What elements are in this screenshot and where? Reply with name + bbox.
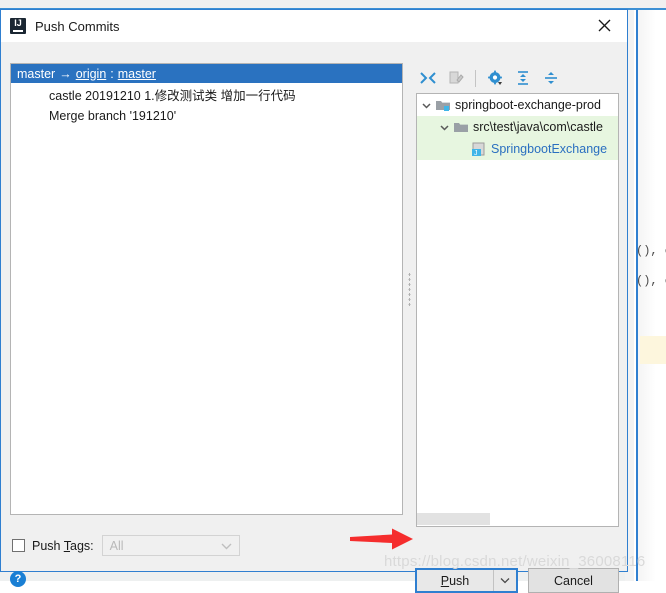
push-commits-dialog: Push Commits master → origin : master ca… <box>0 9 628 593</box>
push-tags-label-prefix: Push <box>32 538 64 553</box>
push-tags-select[interactable]: All <box>101 535 240 556</box>
push-tags-checkbox[interactable] <box>12 539 25 552</box>
splitter-grip-icon <box>408 272 411 306</box>
commit-message: Merge branch '191210' <box>49 109 177 123</box>
tree-expand-toggle[interactable] <box>435 123 453 132</box>
code-fragment: (), cc <box>636 274 666 288</box>
ide-code-editor <box>636 10 666 581</box>
changed-files-tree[interactable]: springboot-exchange-prod src\test\java\c… <box>416 93 619 527</box>
local-branch-label: master <box>17 66 56 81</box>
commit-message: castle 20191210 1.修改测试类 增加一行代码 <box>49 88 296 103</box>
editor-highlight-band <box>640 336 666 364</box>
svg-text:J: J <box>474 150 478 157</box>
tree-node-label: springboot-exchange-prod <box>455 98 601 112</box>
group-by-directory-icon <box>545 72 557 84</box>
file-tree-toolbar <box>416 63 619 93</box>
separator-glyph: : <box>110 66 114 81</box>
java-class-icon: J <box>472 142 485 157</box>
help-icon: ? <box>10 571 26 587</box>
collapse-all-icon <box>420 72 436 84</box>
commit-row[interactable]: castle 20191210 1.修改测试类 增加一行代码 <box>11 83 402 105</box>
chevron-down-icon <box>439 124 449 131</box>
tree-node-label: src\test\java\com\castle <box>473 120 603 134</box>
scrollbar-thumb[interactable] <box>417 513 490 525</box>
group-by-directory-button[interactable] <box>539 66 563 90</box>
push-tags-select-value: All <box>109 538 124 553</box>
tree-row[interactable]: springboot-exchange-prod <box>417 94 618 116</box>
close-icon <box>598 19 610 32</box>
remote-link[interactable]: origin <box>76 67 107 81</box>
tree-expand-toggle[interactable] <box>417 101 435 110</box>
show-diff-button[interactable] <box>444 66 468 90</box>
push-tags-row: Push Tags: All <box>12 535 240 556</box>
project-folder-icon <box>436 101 450 111</box>
code-fragment: (), c <box>636 244 666 258</box>
folder-icon <box>454 123 468 132</box>
show-diff-icon <box>449 71 464 84</box>
tree-row[interactable]: src\test\java\com\castle <box>417 116 618 138</box>
arrow-glyph: → <box>59 66 72 81</box>
intellij-idea-icon <box>10 18 26 34</box>
settings-button[interactable] <box>483 66 507 90</box>
tree-row[interactable]: J SpringbootExchange <box>417 138 618 160</box>
chevron-down-icon <box>221 543 232 549</box>
dialog-title: Push Commits <box>35 18 120 34</box>
collapse-all-button[interactable] <box>416 66 440 90</box>
settings-gear-icon <box>487 70 502 85</box>
expand-all-button[interactable] <box>511 66 535 90</box>
tree-horizontal-scrollbar[interactable] <box>417 513 618 525</box>
toolbar-divider <box>475 69 476 87</box>
push-tags-label-suffix: ags: <box>70 538 94 553</box>
close-button[interactable] <box>581 10 627 41</box>
dialog-titlebar: Push Commits <box>1 10 627 42</box>
chevron-down-icon <box>421 102 431 109</box>
expand-all-icon <box>518 71 528 85</box>
panel-splitter[interactable] <box>405 63 414 515</box>
help-button[interactable]: ? <box>10 571 26 587</box>
tree-node-label: SpringbootExchange <box>491 142 608 156</box>
dialog-content: master → origin : master castle 20191210… <box>1 42 627 593</box>
commits-list-panel[interactable]: master → origin : master castle 20191210… <box>10 63 403 515</box>
repository-branch-row[interactable]: master → origin : master <box>11 64 402 83</box>
push-tags-label: Push Tags: <box>32 539 94 553</box>
commit-row[interactable]: Merge branch '191210' <box>11 105 402 127</box>
remote-branch-link[interactable]: master <box>118 67 156 81</box>
